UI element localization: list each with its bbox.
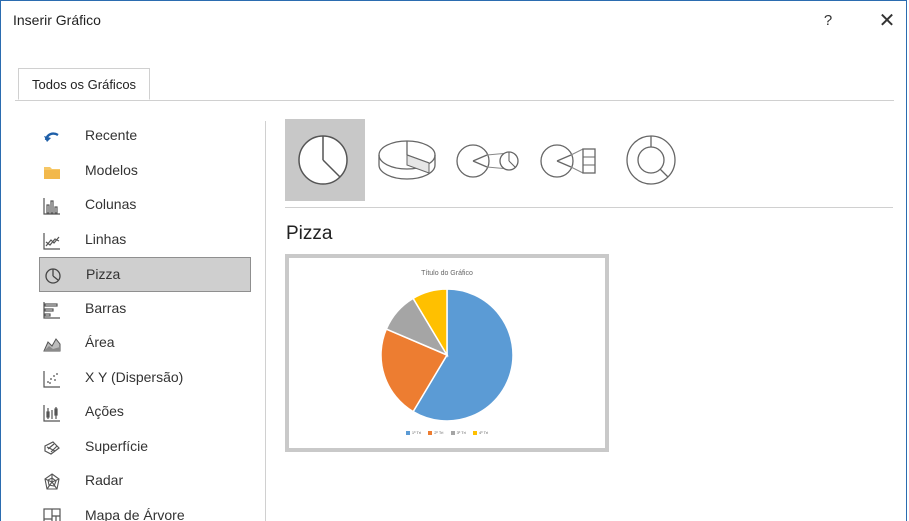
subtype-doughnut[interactable] xyxy=(615,119,695,201)
sidebar-item-mapa-arvore[interactable]: Mapa de Árvore xyxy=(39,499,251,521)
subtype-pie[interactable] xyxy=(285,119,365,201)
horizontal-divider xyxy=(285,207,893,208)
stock-chart-icon xyxy=(43,405,60,422)
legend-swatch xyxy=(450,430,455,435)
sidebar-item-dispersao[interactable]: X Y (Dispersão) xyxy=(39,361,251,396)
subtype-pie-3d[interactable] xyxy=(369,119,449,201)
legend-swatch xyxy=(472,430,477,435)
sidebar-item-label: X Y (Dispersão) xyxy=(85,368,184,385)
sidebar-item-label: Colunas xyxy=(85,196,137,212)
sidebar-item-label: Barras xyxy=(85,299,127,316)
sidebar-item-label: Ações xyxy=(85,403,124,419)
sidebar-item-label: Superfície xyxy=(85,437,149,454)
sidebar-item-label: Pizza xyxy=(86,266,121,282)
sidebar-item-superficie[interactable]: Superfície xyxy=(39,430,251,465)
legend-item: 4º Tri xyxy=(472,430,489,435)
legend-label: 1º Tri xyxy=(411,430,422,435)
legend-label: 3º Tri xyxy=(456,430,466,435)
surface-chart-icon xyxy=(44,440,60,455)
close-button[interactable]: ✕ xyxy=(873,8,901,34)
insert-chart-dialog: Inserir Gráfico ? ✕ Todos os Gráficos Re… xyxy=(0,0,907,521)
legend-item: 2º Tri xyxy=(428,430,443,435)
pie-chart-icon xyxy=(45,268,61,284)
sidebar-item-area[interactable]: Área xyxy=(39,326,251,361)
pie-3d-icon xyxy=(378,140,436,180)
preview-pie-chart xyxy=(380,288,514,422)
legend-swatch xyxy=(405,430,410,435)
legend-swatch xyxy=(428,430,433,435)
sidebar-item-label: Radar xyxy=(85,472,124,488)
help-button[interactable]: ? xyxy=(816,9,840,33)
vertical-divider xyxy=(265,121,266,521)
sidebar-item-label: Mapa de Árvore xyxy=(85,506,185,521)
treemap-chart-icon xyxy=(43,507,61,521)
tab-all-charts[interactable]: Todos os Gráficos xyxy=(18,68,151,100)
sidebar-item-label: Modelos xyxy=(85,161,138,178)
sidebar-item-barras[interactable]: Barras xyxy=(39,292,251,327)
recent-icon xyxy=(44,132,59,142)
subtype-pie-of-pie[interactable] xyxy=(451,119,531,201)
tab-strip: Todos os Gráficos xyxy=(15,68,894,101)
sidebar-item-label: Recente xyxy=(85,127,138,143)
folder-icon xyxy=(44,166,60,179)
sidebar-item-acoes[interactable]: Ações xyxy=(39,395,251,430)
doughnut-icon xyxy=(626,135,676,185)
pie-of-pie-icon xyxy=(456,144,519,178)
column-chart-icon xyxy=(43,198,60,215)
legend-item: 1º Tri xyxy=(405,430,422,435)
legend-label: 2º Tri xyxy=(434,430,444,435)
sidebar-item-label: Área xyxy=(85,334,115,350)
sidebar-item-linhas[interactable]: Linhas xyxy=(39,223,251,258)
legend-item: 3º Tri xyxy=(450,430,466,435)
bar-of-pie-icon xyxy=(540,144,596,178)
area-chart-icon xyxy=(43,338,61,352)
line-chart-icon xyxy=(43,232,60,250)
legend-label: 4º Tri xyxy=(478,430,489,435)
chart-type-heading: Pizza xyxy=(286,223,333,244)
pie-icon xyxy=(298,135,348,185)
sidebar-item-pizza[interactable]: Pizza xyxy=(39,257,251,292)
chart-type-list: Recente Modelos Colunas Linhas Pizza Bar… xyxy=(39,119,251,521)
chart-preview[interactable]: Título do Gráfico 1º Tri 2º Tri 3º Tri 4… xyxy=(285,254,609,452)
sidebar-item-label: Linhas xyxy=(85,230,127,247)
sidebar-item-colunas[interactable]: Colunas xyxy=(39,188,251,223)
preview-legend: 1º Tri 2º Tri 3º Tri 4º Tri xyxy=(289,430,605,435)
sidebar-item-recente[interactable]: Recente xyxy=(39,119,251,154)
bar-chart-icon xyxy=(43,301,60,319)
radar-chart-icon xyxy=(44,473,60,490)
dialog-title: Inserir Gráfico xyxy=(13,12,101,28)
sidebar-item-modelos[interactable]: Modelos xyxy=(39,154,251,189)
scatter-chart-icon xyxy=(43,370,60,388)
title-bar: Inserir Gráfico ? ✕ xyxy=(1,1,906,41)
sidebar-item-radar[interactable]: Radar xyxy=(39,464,251,499)
subtype-bar-of-pie[interactable] xyxy=(533,119,613,201)
